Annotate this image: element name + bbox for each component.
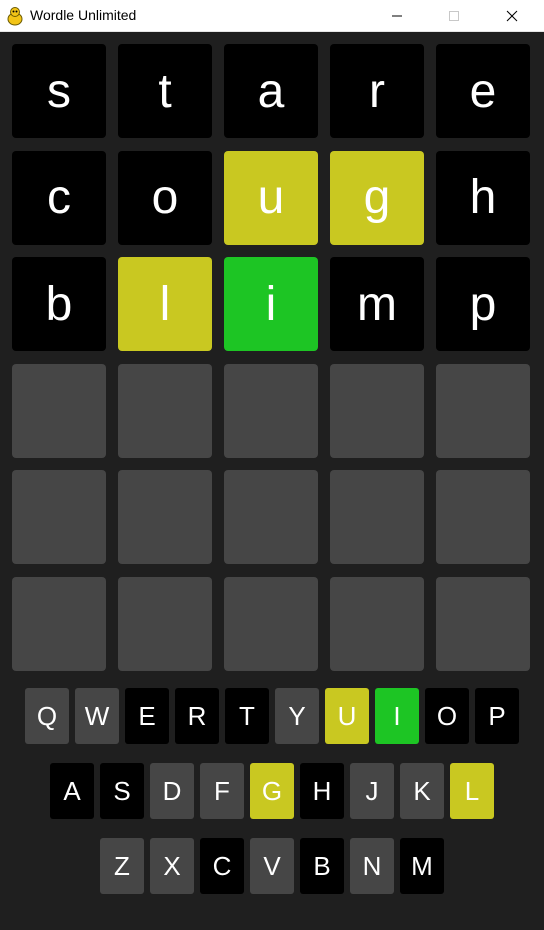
empty-tile xyxy=(436,576,530,671)
tile-r: r xyxy=(330,44,424,138)
key-w[interactable]: W xyxy=(75,688,119,744)
key-b[interactable]: B xyxy=(300,838,344,894)
empty-tile xyxy=(118,470,212,564)
tile-u: u xyxy=(224,150,318,245)
key-l[interactable]: L xyxy=(450,763,494,819)
tile-e: e xyxy=(436,44,530,138)
key-v[interactable]: V xyxy=(250,838,294,894)
key-z[interactable]: Z xyxy=(100,838,144,894)
tile-b: b xyxy=(12,257,106,351)
title-bar: Wordle Unlimited xyxy=(0,0,544,32)
tile-o: o xyxy=(118,150,212,245)
tile-s: s xyxy=(12,44,106,138)
key-o[interactable]: O xyxy=(425,688,469,744)
empty-tile xyxy=(436,363,530,458)
python-snake-icon xyxy=(7,7,23,26)
key-k[interactable]: K xyxy=(400,763,444,819)
empty-tile xyxy=(224,363,318,458)
empty-tile xyxy=(118,363,212,458)
key-f[interactable]: F xyxy=(200,763,244,819)
guess-grid: stare cough blimp xyxy=(0,32,544,682)
empty-tile xyxy=(330,576,424,671)
key-y[interactable]: Y xyxy=(275,688,319,744)
empty-tile xyxy=(12,470,106,564)
key-s[interactable]: S xyxy=(100,763,144,819)
maximize-button[interactable] xyxy=(431,0,477,32)
key-x[interactable]: X xyxy=(150,838,194,894)
minimize-icon xyxy=(392,15,402,17)
tile-h: h xyxy=(436,150,530,245)
key-r[interactable]: R xyxy=(175,688,219,744)
key-m[interactable]: M xyxy=(400,838,444,894)
key-j[interactable]: J xyxy=(350,763,394,819)
tile-t: t xyxy=(118,44,212,138)
key-u[interactable]: U xyxy=(325,688,369,744)
key-d[interactable]: D xyxy=(150,763,194,819)
key-c[interactable]: C xyxy=(200,838,244,894)
key-g[interactable]: G xyxy=(250,763,294,819)
key-t[interactable]: T xyxy=(225,688,269,744)
close-icon xyxy=(506,10,518,22)
tile-a: a xyxy=(224,44,318,138)
empty-tile xyxy=(436,470,530,564)
empty-tile xyxy=(12,576,106,671)
tile-m: m xyxy=(330,257,424,351)
empty-tile xyxy=(118,576,212,671)
tile-i: i xyxy=(224,257,318,351)
maximize-icon xyxy=(449,11,459,21)
empty-tile xyxy=(224,470,318,564)
window-title: Wordle Unlimited xyxy=(30,7,137,23)
key-p[interactable]: P xyxy=(475,688,519,744)
empty-tile xyxy=(224,576,318,671)
key-h[interactable]: H xyxy=(300,763,344,819)
key-a[interactable]: A xyxy=(50,763,94,819)
key-i[interactable]: I xyxy=(375,688,419,744)
minimize-button[interactable] xyxy=(374,0,420,32)
game-area: stare cough blimp QWERTYUIOP ASDFGHJKL ZXCVB… xyxy=(0,32,544,930)
key-e[interactable]: E xyxy=(125,688,169,744)
key-n[interactable]: N xyxy=(350,838,394,894)
empty-tile xyxy=(12,363,106,458)
close-button[interactable] xyxy=(489,0,535,32)
tile-g: g xyxy=(330,150,424,245)
empty-tile xyxy=(330,363,424,458)
empty-tile xyxy=(330,470,424,564)
key-q[interactable]: Q xyxy=(25,688,69,744)
tile-c: c xyxy=(12,150,106,245)
tile-p: p xyxy=(436,257,530,351)
tile-l: l xyxy=(118,257,212,351)
